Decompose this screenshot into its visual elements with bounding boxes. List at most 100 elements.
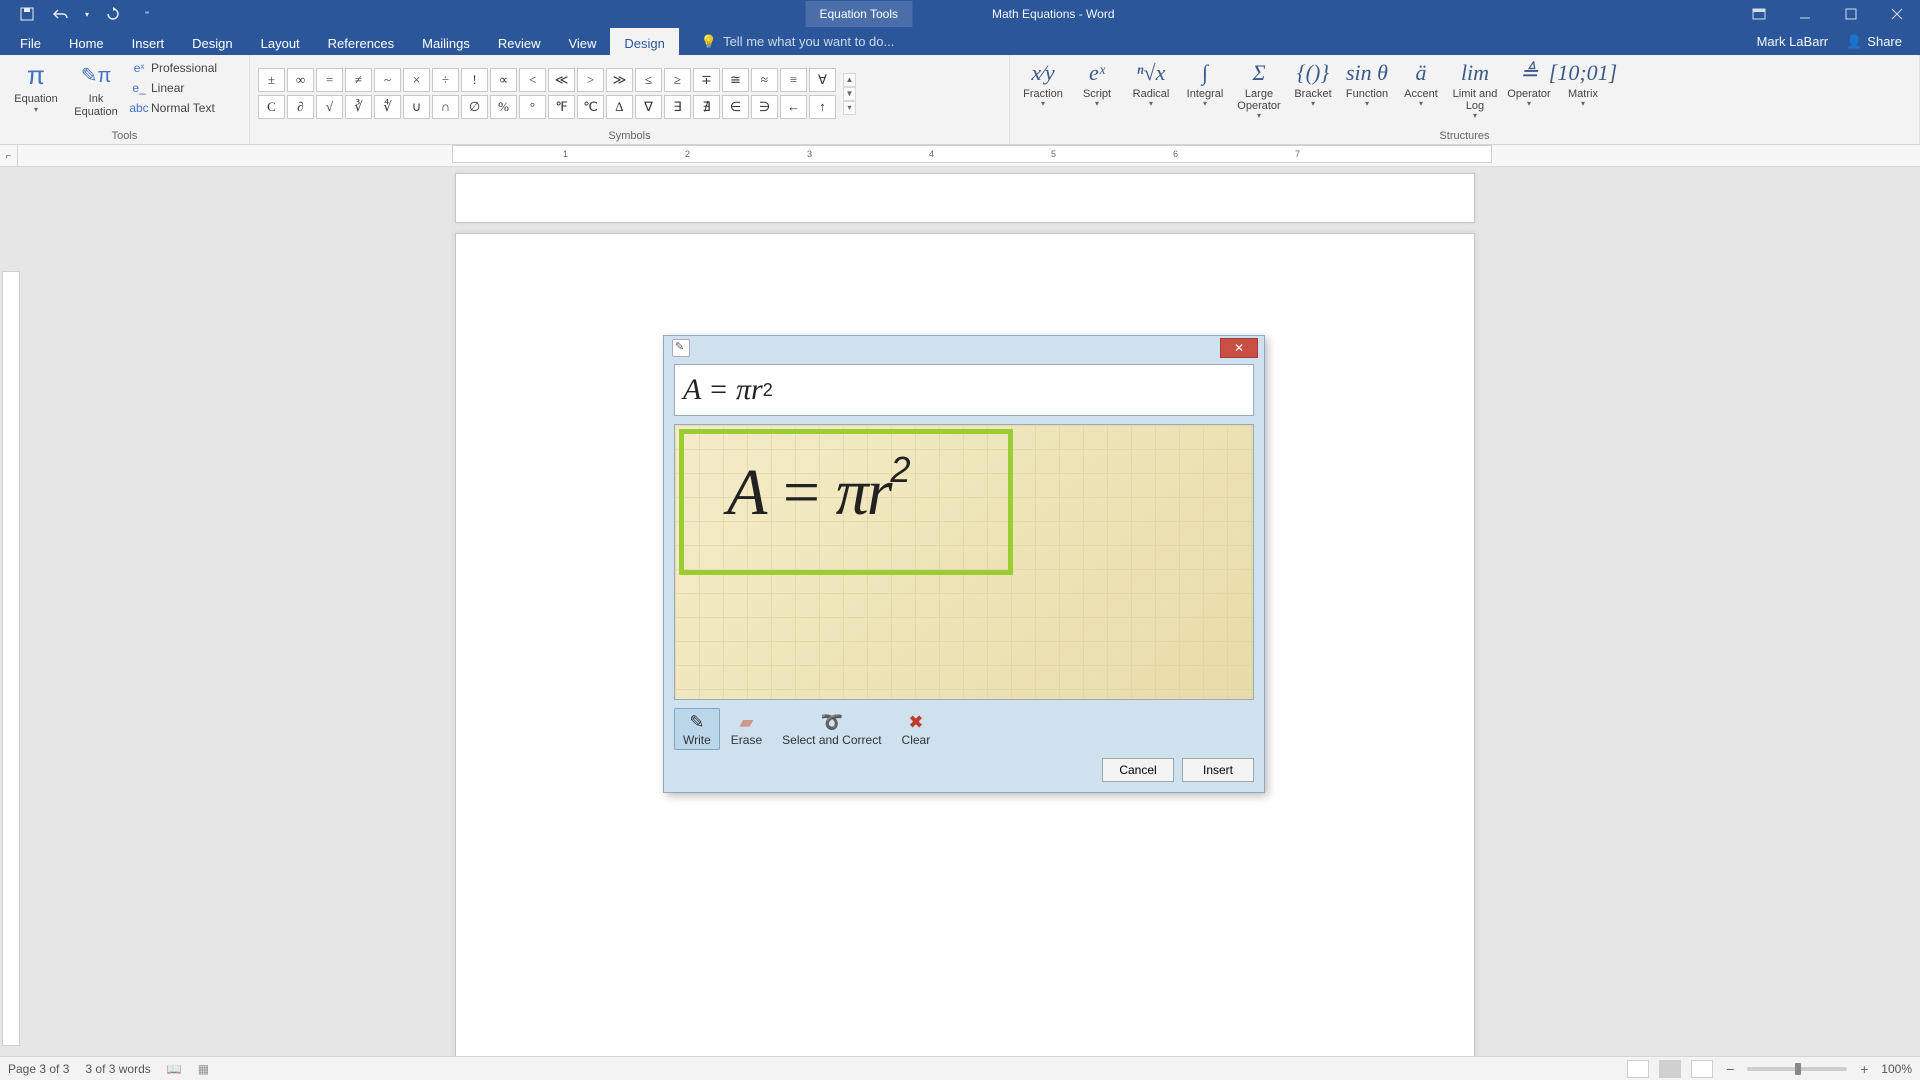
symbol-cell[interactable]: ∃ [664,95,691,119]
zoom-slider[interactable] [1747,1067,1847,1071]
ink-canvas[interactable]: A = πr2 [674,424,1254,700]
symbol-cell[interactable]: ℉ [548,95,575,119]
symbols-scroll-up[interactable]: ▲ [843,73,856,87]
tab-insert[interactable]: Insert [118,28,179,55]
symbol-cell[interactable]: ≠ [345,68,372,92]
symbol-cell[interactable]: ∜ [374,95,401,119]
tab-equation-design[interactable]: Design [610,28,678,55]
symbol-cell[interactable]: ∛ [345,95,372,119]
symbol-cell[interactable]: ∞ [287,68,314,92]
symbol-cell[interactable]: = [316,68,343,92]
symbol-cell[interactable]: ∀ [809,68,836,92]
share-button[interactable]: 👤 Share [1846,34,1902,50]
tab-file[interactable]: File [6,28,55,55]
tab-review[interactable]: Review [484,28,555,55]
symbol-cell[interactable]: × [403,68,430,92]
page-status[interactable]: Page 3 of 3 [8,1062,69,1076]
write-tool[interactable]: ✎Write [674,708,720,750]
symbol-cell[interactable]: ° [519,95,546,119]
symbol-cell[interactable]: ∂ [287,95,314,119]
normal-text-button[interactable]: abcNormal Text [128,99,220,117]
symbol-cell[interactable]: ← [780,95,807,119]
symbol-cell[interactable]: ∅ [461,95,488,119]
undo-icon[interactable] [48,4,74,24]
vertical-ruler[interactable] [2,271,20,1046]
symbol-cell[interactable]: ≡ [780,68,807,92]
cancel-button[interactable]: Cancel [1102,758,1174,782]
symbol-cell[interactable]: ∩ [432,95,459,119]
signed-in-user[interactable]: Mark LaBarr [1757,34,1829,49]
tab-layout[interactable]: Layout [247,28,314,55]
structure-script[interactable]: eˣScript [1072,57,1122,109]
macro-icon[interactable]: ▦ [198,1062,209,1076]
symbol-cell[interactable]: ∝ [490,68,517,92]
symbol-cell[interactable]: % [490,95,517,119]
symbol-cell[interactable]: ↑ [809,95,836,119]
symbol-cell[interactable]: ≥ [664,68,691,92]
symbol-cell[interactable]: ∪ [403,95,430,119]
symbol-cell[interactable]: ∓ [693,68,720,92]
save-icon[interactable] [14,4,40,24]
qat-customize-icon[interactable]: ⁼ [134,4,160,24]
zoom-in-button[interactable]: + [1857,1061,1871,1077]
close-icon[interactable] [1874,0,1920,28]
read-mode-view[interactable] [1627,1060,1649,1078]
structure-integral[interactable]: ∫Integral [1180,57,1230,109]
tab-home[interactable]: Home [55,28,118,55]
tab-view[interactable]: View [554,28,610,55]
symbol-cell[interactable]: ℃ [577,95,604,119]
symbol-cell[interactable]: ≪ [548,68,575,92]
print-layout-view[interactable] [1659,1060,1681,1078]
symbol-cell[interactable]: C [258,95,285,119]
maximize-icon[interactable] [1828,0,1874,28]
structure-bracket[interactable]: {()}Bracket [1288,57,1338,109]
structure-accent[interactable]: äAccent [1396,57,1446,109]
redo-icon[interactable] [100,4,126,24]
symbols-more[interactable]: ▾ [843,101,856,115]
word-count[interactable]: 3 of 3 words [85,1062,150,1076]
symbol-cell[interactable]: ∇ [635,95,662,119]
symbol-cell[interactable]: ∄ [693,95,720,119]
tell-me-search[interactable]: 💡 Tell me what you want to do... [679,28,894,55]
symbol-cell[interactable]: √ [316,95,343,119]
dialog-titlebar[interactable]: ✕ [664,336,1264,360]
linear-button[interactable]: e_Linear [128,79,220,97]
structure-matrix[interactable]: [10;01]Matrix [1558,57,1608,109]
symbol-cell[interactable]: ∆ [606,95,633,119]
symbol-cell[interactable]: ≤ [635,68,662,92]
symbol-cell[interactable]: ∋ [751,95,778,119]
ink-equation-button[interactable]: ✎π Ink Equation [68,57,124,118]
symbol-cell[interactable]: ! [461,68,488,92]
tab-references[interactable]: References [314,28,408,55]
symbol-cell[interactable]: < [519,68,546,92]
zoom-out-button[interactable]: − [1723,1061,1737,1077]
insert-button[interactable]: Insert [1182,758,1254,782]
symbol-cell[interactable]: ≅ [722,68,749,92]
web-layout-view[interactable] [1691,1060,1713,1078]
tab-mailings[interactable]: Mailings [408,28,484,55]
horizontal-ruler[interactable]: 1234567 [452,145,1492,163]
structure-large-operator[interactable]: ΣLarge Operator [1234,57,1284,121]
symbol-cell[interactable]: ≫ [606,68,633,92]
zoom-percent[interactable]: 100% [1881,1062,1912,1076]
professional-button[interactable]: eˣProfessional [128,59,220,77]
structure-radical[interactable]: ⁿ√xRadical [1126,57,1176,109]
symbol-cell[interactable]: ≈ [751,68,778,92]
symbol-cell[interactable]: ∈ [722,95,749,119]
structure-limit-and-log[interactable]: limLimit and Log [1450,57,1500,121]
tab-selector[interactable]: ⌐ [0,145,18,167]
undo-more-icon[interactable]: ▾ [82,4,92,24]
structure-operator[interactable]: ≜Operator [1504,57,1554,109]
symbol-cell[interactable]: ± [258,68,285,92]
tab-design[interactable]: Design [178,28,246,55]
clear-tool[interactable]: ✖Clear [893,708,940,750]
symbol-cell[interactable]: ÷ [432,68,459,92]
minimize-icon[interactable] [1782,0,1828,28]
spellcheck-icon[interactable]: 📖 [167,1062,182,1076]
symbol-cell[interactable]: > [577,68,604,92]
equation-button[interactable]: π Equation [8,57,64,114]
select-correct-tool[interactable]: ➰Select and Correct [773,708,890,750]
structure-fraction[interactable]: x⁄yFraction [1018,57,1068,109]
structure-function[interactable]: sin θFunction [1342,57,1392,109]
symbols-scroll-down[interactable]: ▼ [843,87,856,101]
